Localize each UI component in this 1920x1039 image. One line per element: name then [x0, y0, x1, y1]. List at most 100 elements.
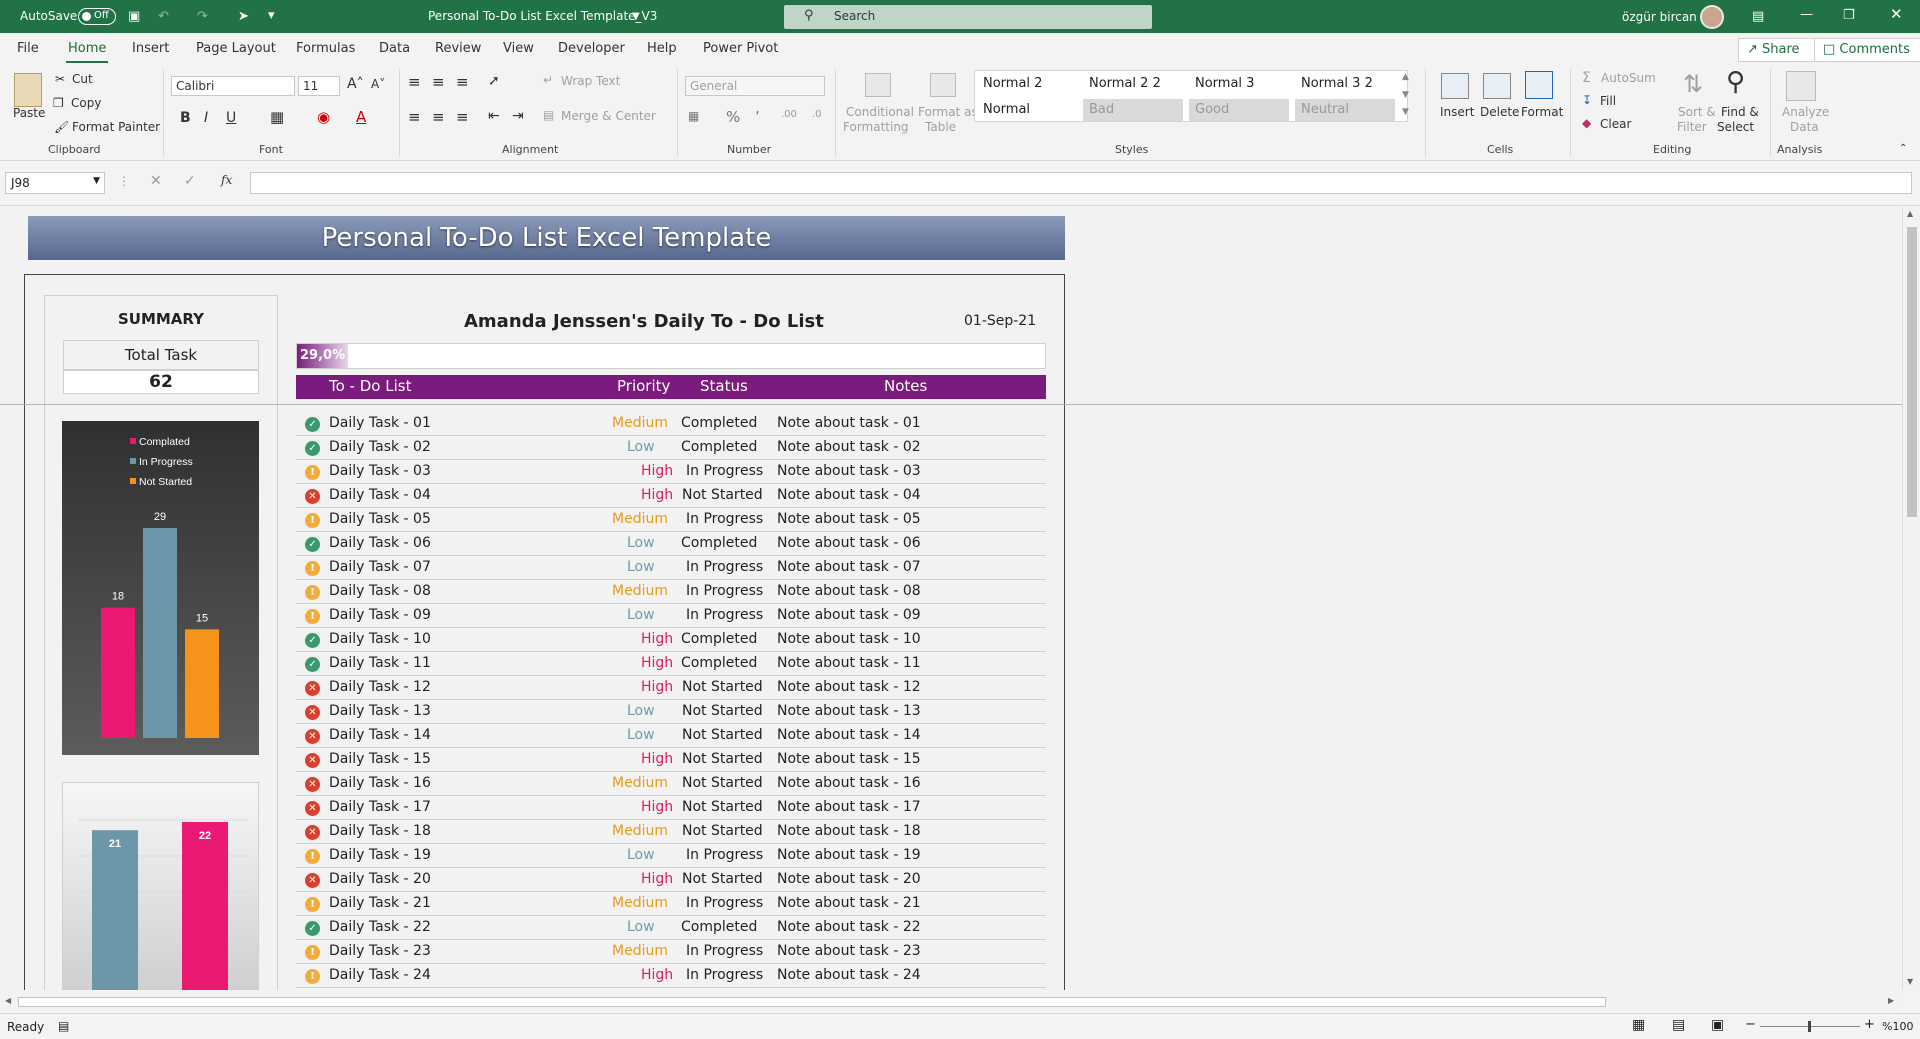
task-row[interactable]: ✕ Daily Task - 20 High Not Started Note abou…: [296, 868, 1046, 892]
styles-scroll-up-icon[interactable]: ▲: [1402, 72, 1409, 82]
styles-more-icon[interactable]: ▼: [1402, 107, 1409, 117]
zoom-out-icon[interactable]: −: [1745, 1017, 1756, 1032]
search-box[interactable]: ⚲ Search: [784, 5, 1152, 29]
page-layout-view-icon[interactable]: ▤: [1672, 1017, 1685, 1033]
format-button[interactable]: Format: [1521, 105, 1563, 119]
redo-icon[interactable]: ↷: [197, 10, 208, 23]
tab-data[interactable]: Data: [379, 41, 410, 56]
style-normal-2[interactable]: Normal 2: [977, 73, 1077, 95]
avatar[interactable]: [1700, 5, 1724, 29]
tab-file[interactable]: File: [17, 41, 39, 56]
style-bad[interactable]: Bad: [1083, 99, 1183, 121]
font-name-select[interactable]: Calibri: [171, 76, 295, 96]
title-dropdown-icon[interactable]: ▼: [632, 10, 640, 23]
percent-icon[interactable]: %: [726, 108, 740, 126]
tab-insert[interactable]: Insert: [132, 41, 169, 56]
find-select-label-1[interactable]: Find &: [1721, 105, 1759, 119]
vertical-scrollbar[interactable]: ▲ ▼: [1902, 207, 1920, 990]
align-middle-icon[interactable]: ≡: [432, 73, 445, 91]
style-normal-2-2[interactable]: Normal 2 2: [1083, 73, 1183, 95]
save-icon[interactable]: ▣: [128, 10, 140, 23]
delete-button[interactable]: Delete: [1480, 105, 1519, 119]
zoom-slider[interactable]: [1760, 1021, 1860, 1032]
user-name[interactable]: özgür bircan: [1622, 10, 1697, 24]
touch-mode-icon[interactable]: ➤: [238, 10, 249, 23]
minimize-icon[interactable]: —: [1800, 8, 1813, 21]
sort-filter-label-1[interactable]: Sort &: [1678, 105, 1716, 119]
restore-icon[interactable]: ❐: [1843, 9, 1855, 22]
conditional-formatting-label-2[interactable]: Formatting: [843, 120, 909, 134]
clear-button[interactable]: Clear: [1600, 117, 1631, 131]
task-row[interactable]: ! Daily Task - 21 Medium In Progress Note ab…: [296, 892, 1046, 916]
comma-icon[interactable]: ’: [755, 108, 760, 126]
name-box[interactable]: J98 ▼: [5, 172, 105, 194]
bold-icon[interactable]: B: [180, 110, 191, 126]
task-row[interactable]: ! Daily Task - 24 High In Progress Note abou…: [296, 964, 1046, 988]
autosave-toggle[interactable]: Off: [78, 8, 116, 25]
tab-view[interactable]: View: [503, 41, 534, 56]
format-as-table-label-1[interactable]: Format as: [918, 105, 978, 119]
task-row[interactable]: ✓ Daily Task - 10 High Completed Note about …: [296, 628, 1046, 652]
page-break-view-icon[interactable]: ▣: [1711, 1017, 1724, 1033]
analyze-data-label-1[interactable]: Analyze: [1782, 105, 1829, 119]
align-center-icon[interactable]: ≡: [432, 108, 445, 126]
underline-icon[interactable]: U: [226, 110, 236, 126]
fill-color-icon[interactable]: ◉: [317, 108, 330, 126]
horizontal-scrollbar[interactable]: ◀ ▶: [0, 993, 1902, 1011]
copy-button[interactable]: Copy: [71, 96, 101, 110]
task-row[interactable]: ✕ Daily Task - 04 High Not Started Note abou…: [296, 484, 1046, 508]
customize-toolbar-icon[interactable]: ▾: [268, 9, 275, 22]
currency-icon[interactable]: ▦: [688, 109, 699, 123]
paste-icon[interactable]: [14, 73, 42, 107]
style-normal-3[interactable]: Normal 3: [1189, 73, 1289, 95]
sort-filter-label-2[interactable]: Filter: [1677, 120, 1707, 134]
task-row[interactable]: ! Daily Task - 09 Low In Progress Note about…: [296, 604, 1046, 628]
font-color-icon[interactable]: A: [356, 108, 366, 126]
zoom-in-icon[interactable]: +: [1864, 1017, 1875, 1032]
increase-indent-icon[interactable]: ⇥: [512, 108, 524, 124]
increase-decimal-icon[interactable]: .00: [781, 109, 797, 120]
font-size-select[interactable]: 11: [298, 76, 340, 96]
tab-home[interactable]: Home: [65, 41, 109, 64]
task-row[interactable]: ✕ Daily Task - 14 Low Not Started Note about…: [296, 724, 1046, 748]
worksheet[interactable]: Personal To-Do List Excel Template SUMMA…: [0, 207, 1902, 990]
scroll-down-icon[interactable]: ▼: [1907, 977, 1913, 986]
decrease-decimal-icon[interactable]: .0: [812, 109, 822, 120]
align-top-icon[interactable]: ≡: [408, 73, 421, 91]
task-row[interactable]: ✕ Daily Task - 15 High Not Started Note abou…: [296, 748, 1046, 772]
conditional-formatting-label-1[interactable]: Conditional: [846, 105, 914, 119]
task-row[interactable]: ! Daily Task - 07 Low In Progress Note about…: [296, 556, 1046, 580]
format-painter-button[interactable]: Format Painter: [72, 120, 160, 134]
cut-button[interactable]: Cut: [72, 72, 93, 86]
paste-button[interactable]: Paste: [13, 106, 45, 120]
task-row[interactable]: ✓ Daily Task - 11 High Completed Note about …: [296, 652, 1046, 676]
scroll-right-icon[interactable]: ▶: [1888, 996, 1894, 1005]
task-row[interactable]: ✕ Daily Task - 18 Medium Not Started Note ab…: [296, 820, 1046, 844]
tab-help[interactable]: Help: [647, 41, 677, 56]
task-row[interactable]: ✕ Daily Task - 12 High Not Started Note abou…: [296, 676, 1046, 700]
fill-button[interactable]: Fill: [1600, 94, 1616, 108]
wrap-text-button[interactable]: Wrap Text: [561, 74, 620, 88]
collapse-ribbon-icon[interactable]: ⌃: [1899, 143, 1907, 154]
style-normal[interactable]: Normal: [977, 99, 1077, 121]
increase-font-icon[interactable]: A˄: [347, 76, 364, 92]
orientation-icon[interactable]: ➚: [488, 73, 500, 89]
enter-icon[interactable]: ✓: [184, 173, 196, 189]
number-format-select[interactable]: General: [685, 76, 825, 96]
style-normal-3-2[interactable]: Normal 3 2: [1295, 73, 1395, 95]
tab-developer[interactable]: Developer: [558, 41, 625, 56]
tab-power-pivot[interactable]: Power Pivot: [703, 41, 778, 56]
close-icon[interactable]: ✕: [1890, 7, 1903, 22]
task-row[interactable]: ! Daily Task - 05 Medium In Progress Note ab…: [296, 508, 1046, 532]
task-row[interactable]: ! Daily Task - 19 Low In Progress Note about…: [296, 844, 1046, 868]
task-row[interactable]: ✓ Daily Task - 02 Low Completed Note about t…: [296, 436, 1046, 460]
normal-view-icon[interactable]: ▦: [1632, 1017, 1645, 1033]
align-left-icon[interactable]: ≡: [408, 108, 421, 126]
merge-center-button[interactable]: Merge & Center: [561, 109, 656, 123]
format-as-table-label-2[interactable]: Table: [925, 120, 956, 134]
task-row[interactable]: ✓ Daily Task - 22 Low Completed Note about t…: [296, 916, 1046, 940]
scroll-up-icon[interactable]: ▲: [1907, 209, 1913, 218]
analyze-data-label-2[interactable]: Data: [1790, 120, 1819, 134]
decrease-font-icon[interactable]: A˅: [371, 77, 385, 91]
task-row[interactable]: ✕ Daily Task - 16 Medium Not Started Note ab…: [296, 772, 1046, 796]
